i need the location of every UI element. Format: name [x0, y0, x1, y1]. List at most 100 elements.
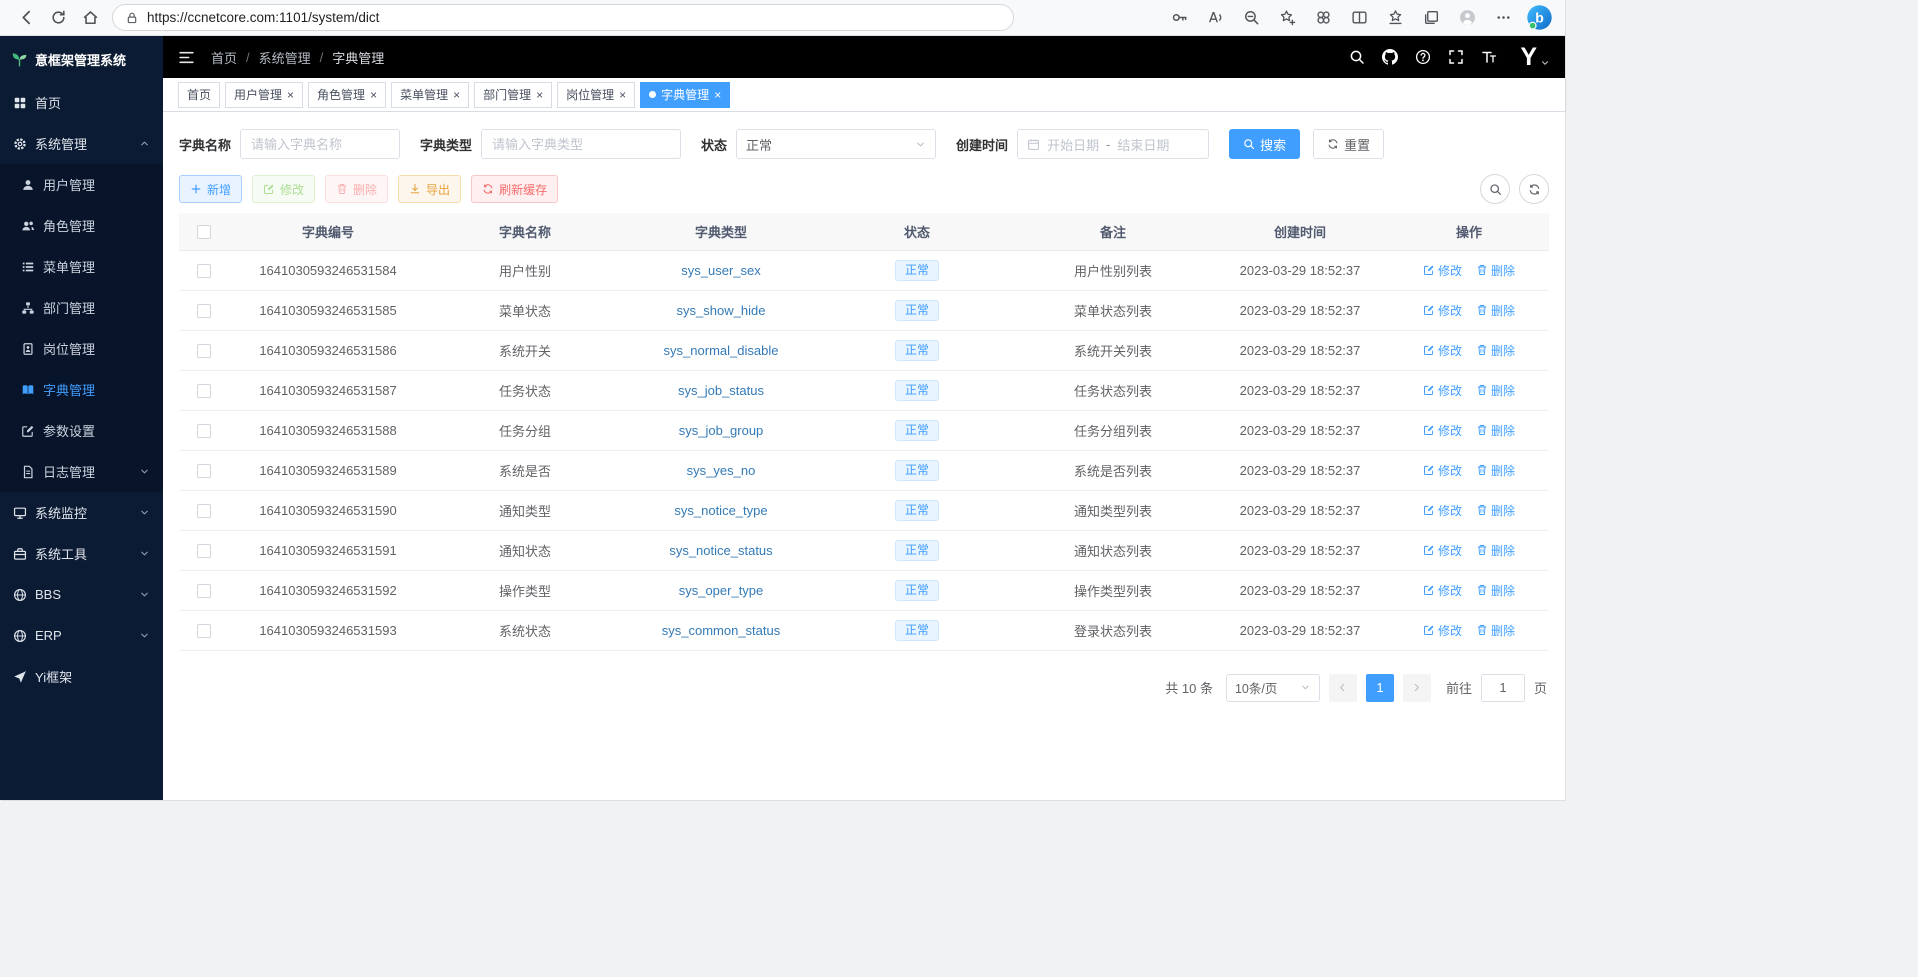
row-checkbox[interactable]: [197, 624, 211, 638]
sidebar-item-param-settings[interactable]: 参数设置: [0, 410, 163, 451]
row-delete-button[interactable]: 删除: [1476, 502, 1515, 519]
page-size-select[interactable]: 10条/页: [1226, 674, 1320, 702]
row-delete-button[interactable]: 删除: [1476, 462, 1515, 479]
toggle-search-button[interactable]: [1480, 174, 1510, 204]
dict-type-link[interactable]: sys_common_status: [662, 623, 781, 638]
dict-type-link[interactable]: sys_job_status: [678, 383, 764, 398]
row-checkbox[interactable]: [197, 424, 211, 438]
fullscreen-icon[interactable]: [1448, 49, 1464, 65]
sidebar-item-erp[interactable]: ERP: [0, 615, 163, 656]
select-all-checkbox[interactable]: [197, 225, 211, 239]
refresh-cache-button[interactable]: 刷新缓存: [471, 175, 558, 203]
row-checkbox[interactable]: [197, 264, 211, 278]
split-screen-button[interactable]: [1343, 3, 1375, 33]
dict-type-input[interactable]: [481, 129, 681, 159]
row-checkbox[interactable]: [197, 584, 211, 598]
row-checkbox[interactable]: [197, 384, 211, 398]
reset-button[interactable]: 重置: [1313, 129, 1384, 159]
row-edit-button[interactable]: 修改: [1423, 342, 1462, 359]
tab-menu-management[interactable]: 菜单管理×: [391, 82, 469, 108]
row-delete-button[interactable]: 删除: [1476, 382, 1515, 399]
close-icon[interactable]: ×: [453, 89, 460, 101]
dict-type-link[interactable]: sys_notice_type: [674, 503, 767, 518]
dict-type-link[interactable]: sys_yes_no: [687, 463, 756, 478]
sidebar-item-user-management[interactable]: 用户管理: [0, 164, 163, 205]
password-key-button[interactable]: [1163, 3, 1195, 33]
browser-back-button[interactable]: [10, 3, 42, 33]
tab-role-management[interactable]: 角色管理×: [308, 82, 386, 108]
bing-chat-button[interactable]: b: [1523, 3, 1555, 33]
dict-type-link[interactable]: sys_user_sex: [681, 263, 760, 278]
page-1-button[interactable]: 1: [1366, 674, 1394, 702]
dict-type-link[interactable]: sys_job_group: [679, 423, 764, 438]
dict-type-link[interactable]: sys_oper_type: [679, 583, 764, 598]
profile-button[interactable]: [1451, 3, 1483, 33]
dict-name-input[interactable]: [240, 129, 400, 159]
row-delete-button[interactable]: 删除: [1476, 622, 1515, 639]
row-edit-button[interactable]: 修改: [1423, 462, 1462, 479]
search-button[interactable]: 搜索: [1229, 129, 1300, 159]
date-range-picker[interactable]: 开始日期 - 结束日期: [1017, 129, 1209, 159]
edit-button[interactable]: 修改: [252, 175, 315, 203]
sidebar-item-dept-management[interactable]: 部门管理: [0, 287, 163, 328]
favorites-button[interactable]: [1379, 3, 1411, 33]
zoom-button[interactable]: [1235, 3, 1267, 33]
row-edit-button[interactable]: 修改: [1423, 262, 1462, 279]
add-button[interactable]: 新增: [179, 175, 242, 203]
help-icon[interactable]: [1415, 49, 1431, 65]
refresh-table-button[interactable]: [1519, 174, 1549, 204]
delete-button[interactable]: 删除: [325, 175, 388, 203]
browser-refresh-button[interactable]: [42, 3, 74, 33]
close-icon[interactable]: ×: [536, 89, 543, 101]
breadcrumb-item[interactable]: 首页: [211, 48, 237, 67]
close-icon[interactable]: ×: [619, 89, 626, 101]
add-favorite-button[interactable]: [1271, 3, 1303, 33]
row-delete-button[interactable]: 删除: [1476, 262, 1515, 279]
sidebar-item-yi-framework[interactable]: Yi框架: [0, 656, 163, 697]
row-checkbox[interactable]: [197, 304, 211, 318]
dict-type-link[interactable]: sys_show_hide: [677, 303, 766, 318]
sidebar-item-log-management[interactable]: 日志管理: [0, 451, 163, 492]
github-icon[interactable]: [1382, 49, 1398, 65]
row-delete-button[interactable]: 删除: [1476, 582, 1515, 599]
sidebar-item-menu-management[interactable]: 菜单管理: [0, 246, 163, 287]
menu-fold-icon[interactable]: [178, 49, 195, 66]
sidebar-item-post-management[interactable]: 岗位管理: [0, 328, 163, 369]
tab-home[interactable]: 首页: [178, 82, 220, 108]
dict-type-link[interactable]: sys_notice_status: [669, 543, 772, 558]
dict-type-link[interactable]: sys_normal_disable: [664, 343, 779, 358]
row-edit-button[interactable]: 修改: [1423, 302, 1462, 319]
user-avatar[interactable]: Y: [1520, 45, 1550, 70]
row-edit-button[interactable]: 修改: [1423, 422, 1462, 439]
sidebar-item-home[interactable]: 首页: [0, 82, 163, 123]
breadcrumb-item[interactable]: 系统管理: [259, 48, 311, 67]
sidebar-item-system-monitor[interactable]: 系统监控: [0, 492, 163, 533]
close-icon[interactable]: ×: [370, 89, 377, 101]
row-checkbox[interactable]: [197, 464, 211, 478]
row-edit-button[interactable]: 修改: [1423, 622, 1462, 639]
row-delete-button[interactable]: 删除: [1476, 302, 1515, 319]
sidebar-item-bbs[interactable]: BBS: [0, 574, 163, 615]
row-checkbox[interactable]: [197, 344, 211, 358]
status-select[interactable]: 正常: [736, 129, 936, 159]
sidebar-item-system-tools[interactable]: 系统工具: [0, 533, 163, 574]
font-size-icon[interactable]: [1481, 49, 1497, 65]
browser-home-button[interactable]: [74, 3, 106, 33]
sidebar-item-role-management[interactable]: 角色管理: [0, 205, 163, 246]
goto-page-input[interactable]: [1481, 674, 1525, 702]
close-icon[interactable]: ×: [287, 89, 294, 101]
row-edit-button[interactable]: 修改: [1423, 542, 1462, 559]
row-edit-button[interactable]: 修改: [1423, 382, 1462, 399]
read-aloud-button[interactable]: [1199, 3, 1231, 33]
next-page-button[interactable]: [1403, 674, 1431, 702]
browser-menu-button[interactable]: [1487, 3, 1519, 33]
sidebar-item-system-management[interactable]: 系统管理: [0, 123, 163, 164]
row-delete-button[interactable]: 删除: [1476, 422, 1515, 439]
extension-button[interactable]: [1307, 3, 1339, 33]
tab-dict-management[interactable]: 字典管理×: [640, 82, 730, 108]
row-checkbox[interactable]: [197, 504, 211, 518]
prev-page-button[interactable]: [1329, 674, 1357, 702]
row-delete-button[interactable]: 删除: [1476, 342, 1515, 359]
row-edit-button[interactable]: 修改: [1423, 582, 1462, 599]
collections-button[interactable]: [1415, 3, 1447, 33]
